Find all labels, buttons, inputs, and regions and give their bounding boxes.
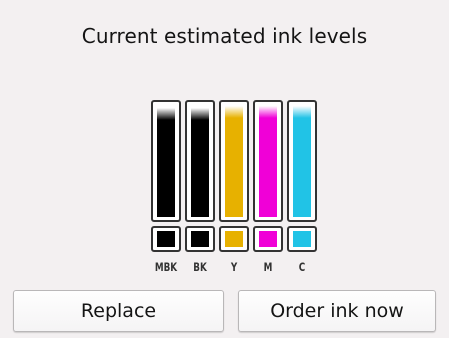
ink-tank [219,100,249,222]
replace-button[interactable]: Replace [13,290,224,332]
ink-level-fill [225,106,243,217]
ink-level-fill [157,108,175,217]
ink-level-display: MBK BK Y M C [145,100,317,282]
ink-level-fill [259,106,277,217]
ink-sub-fill [225,231,243,247]
ink-tank [151,100,181,222]
ink-sub-tank [151,226,181,252]
order-ink-now-button[interactable]: Order ink now [238,290,436,332]
screen-title: Current estimated ink levels [81,24,368,48]
ink-cartridge-m: M [253,100,283,282]
ink-sub-tank [219,226,249,252]
ink-tank [185,100,215,222]
ink-sub-tank [253,226,283,252]
ink-level-fill [191,108,209,217]
ink-sub-fill [157,231,175,247]
ink-sub-fill [259,231,277,247]
ink-sub-tank [287,226,317,252]
ink-sub-tank [185,226,215,252]
ink-tank [287,100,317,222]
ink-label: BK [193,260,207,274]
ink-cartridge-c: C [287,100,317,282]
ink-label: C [298,260,306,274]
ink-label: M [263,260,273,274]
ink-level-fill [293,106,311,217]
ink-sub-fill [191,231,209,247]
ink-cartridge-mbk: MBK [151,100,181,282]
ink-label: MBK [154,260,178,274]
ink-sub-fill [293,231,311,247]
ink-cartridge-bk: BK [185,100,215,282]
ink-tank [253,100,283,222]
ink-cartridge-y: Y [219,100,249,282]
ink-label: Y [230,260,238,274]
